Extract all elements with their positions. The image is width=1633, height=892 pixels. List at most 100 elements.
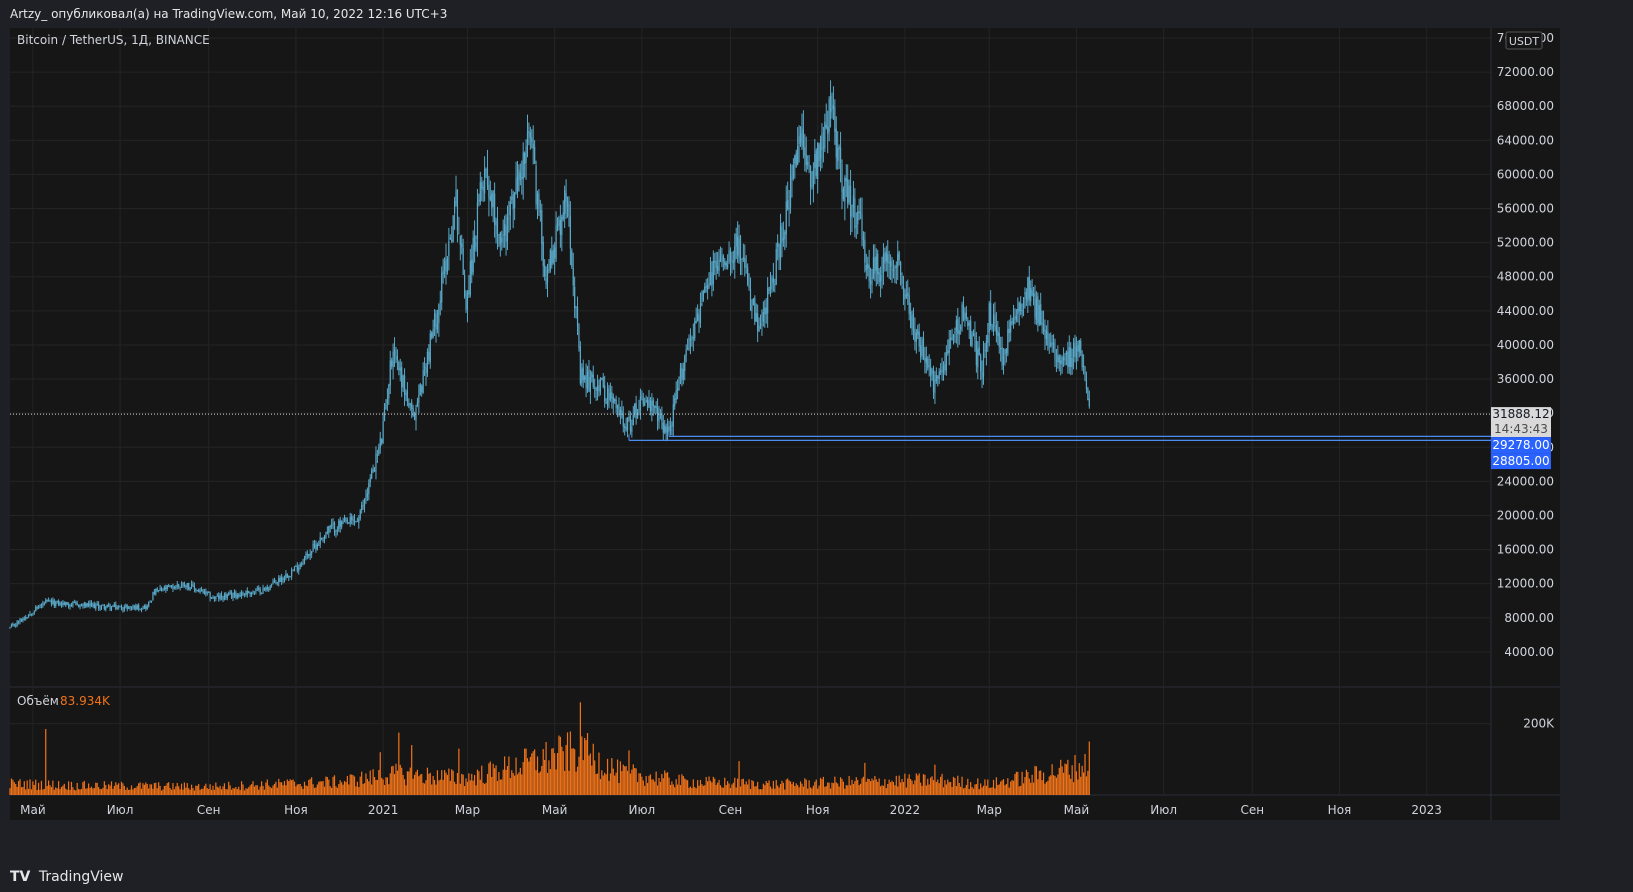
volume-bar <box>1065 764 1068 795</box>
candle-body <box>352 519 354 521</box>
volume-bar <box>43 788 45 795</box>
candle-body <box>911 315 913 329</box>
candle-body <box>538 193 540 210</box>
candle-body <box>895 266 897 268</box>
volume-bar <box>708 776 710 795</box>
candle-body <box>199 590 201 592</box>
volume-bar <box>110 781 113 795</box>
candle-body <box>1052 342 1055 349</box>
candle-body <box>458 233 460 235</box>
volume-bar <box>635 768 637 795</box>
volume-bar <box>473 775 476 795</box>
volume-bar <box>978 789 980 795</box>
volume-bar <box>484 783 486 795</box>
candle-body <box>857 211 859 225</box>
candle-body <box>654 406 656 408</box>
candle-body <box>209 592 211 599</box>
candle-body <box>812 170 814 187</box>
candle-body <box>1054 348 1056 360</box>
brand-name[interactable]: TradingView <box>39 869 124 885</box>
volume-bar <box>58 781 60 795</box>
volume-bar <box>173 789 175 795</box>
volume-bar <box>1025 769 1028 795</box>
candle-body <box>373 469 376 472</box>
volume-bar <box>578 756 580 795</box>
volume-bar <box>841 778 843 795</box>
candle-body <box>652 400 654 407</box>
candle-body <box>278 577 280 583</box>
candle-body <box>449 237 451 240</box>
candle-body <box>65 601 67 606</box>
candle-body <box>175 586 177 588</box>
volume-bar <box>156 788 158 795</box>
candle-body <box>165 586 167 590</box>
candle-body <box>262 587 264 594</box>
candle-body <box>715 261 717 269</box>
volume-bar <box>611 758 613 795</box>
candle-body <box>16 621 18 626</box>
candle-body <box>45 600 47 604</box>
candle-body <box>1055 360 1058 362</box>
candle-body <box>466 292 469 310</box>
time-tick-label: Май <box>1064 803 1090 817</box>
volume-bar <box>20 787 23 795</box>
candle-body <box>353 519 356 522</box>
volume-bar <box>648 775 650 795</box>
candle-body <box>526 131 529 143</box>
candle-body <box>795 152 797 168</box>
price-chart[interactable]: 4000.008000.0012000.0016000.0020000.0024… <box>0 28 1633 862</box>
volume-bar <box>552 748 554 795</box>
volume-bar <box>888 779 890 795</box>
volume-bar <box>987 779 989 795</box>
volume-bar <box>568 770 570 795</box>
volume-bar <box>210 789 213 795</box>
volume-bar <box>990 787 992 795</box>
candle-body <box>266 587 268 590</box>
price-tick-label: 72000.00 <box>1497 65 1554 79</box>
candle-body <box>153 591 155 595</box>
volume-bar <box>522 762 524 795</box>
volume-bar <box>666 772 669 795</box>
candle-body <box>912 313 915 331</box>
candle-body <box>1062 357 1065 361</box>
candle-body <box>219 595 221 600</box>
candle-body <box>382 420 384 444</box>
candle-body <box>79 605 81 608</box>
volume-bar <box>341 782 343 795</box>
volume-bar <box>32 781 34 795</box>
candle-body <box>25 617 27 619</box>
volume-bar <box>325 776 327 795</box>
volume-bar <box>747 784 749 795</box>
candle-body <box>408 403 410 407</box>
time-tick-label: 2022 <box>890 803 921 817</box>
volume-bar <box>23 781 25 795</box>
volume-bar <box>78 788 80 795</box>
candle-body <box>26 617 28 619</box>
volume-bar <box>852 783 855 795</box>
volume-bar <box>789 781 792 795</box>
price-tick-label: 60000.00 <box>1497 167 1554 181</box>
candle-body <box>524 152 526 164</box>
volume-bar <box>769 786 772 795</box>
candle-body <box>918 331 920 347</box>
volume-bar <box>889 782 892 795</box>
volume-bar <box>282 785 284 795</box>
volume-bar <box>1014 773 1016 795</box>
volume-bar <box>37 782 40 795</box>
candle-body <box>432 328 434 338</box>
candle-body <box>343 518 346 522</box>
candle-body <box>275 583 277 585</box>
volume-bar <box>130 785 133 795</box>
candle-body <box>441 272 443 303</box>
candle-body <box>285 573 287 579</box>
candle-body <box>892 269 895 272</box>
candle-body <box>292 570 294 572</box>
candle-body <box>596 385 599 392</box>
tradingview-logo-icon[interactable]: TV <box>10 862 30 892</box>
volume-bar <box>751 780 753 795</box>
volume-bar <box>383 785 386 795</box>
candle-body <box>598 384 600 391</box>
volume-bar <box>968 789 970 795</box>
volume-bar <box>369 770 371 795</box>
volume-bar <box>30 789 33 795</box>
